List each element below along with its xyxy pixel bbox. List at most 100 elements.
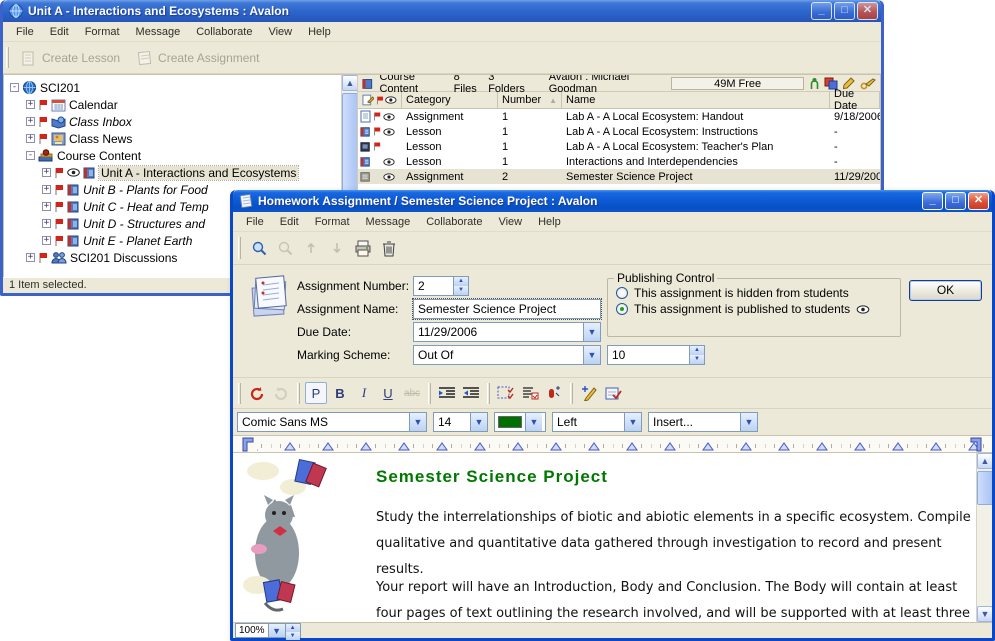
rich-text-editor[interactable]: Semester Science Project Study the inter… (233, 453, 992, 622)
expand-icon[interactable]: + (26, 117, 35, 126)
table-row[interactable]: Assignment 1 Lab A - A Local Ecosystem: … (358, 109, 880, 124)
marking-scheme-select[interactable]: Out Of ▼ (413, 345, 601, 365)
menu-edit[interactable]: Edit (43, 24, 76, 40)
expand-icon[interactable]: + (26, 253, 35, 262)
expand-icon[interactable]: + (42, 236, 51, 245)
minimize-button[interactable]: _ (922, 192, 943, 210)
font-family-select[interactable]: Comic Sans MS ▼ (237, 412, 427, 432)
toolbar-grip[interactable] (6, 47, 9, 69)
outdent-icon[interactable] (460, 382, 482, 404)
expand-icon[interactable]: + (42, 219, 51, 228)
expand-icon[interactable]: + (42, 185, 51, 194)
person-icon[interactable] (810, 77, 819, 90)
insert-select[interactable]: Insert... ▼ (648, 412, 758, 432)
menu-help[interactable]: Help (531, 214, 568, 230)
chevron-down-icon[interactable]: ▼ (409, 413, 426, 431)
due-date-select[interactable]: 11/29/2006 ▼ (413, 322, 601, 342)
menu-collaborate[interactable]: Collaborate (419, 214, 489, 230)
published-radio-option[interactable]: This assignment is published to students (608, 301, 900, 317)
menu-format[interactable]: Format (308, 214, 357, 230)
tree-item-class-news[interactable]: + Class News (6, 130, 357, 147)
column-category[interactable]: Category (402, 92, 498, 108)
expand-icon[interactable]: + (42, 202, 51, 211)
stepper-arrows-icon[interactable]: ▲▼ (453, 277, 468, 295)
tree-item-class-inbox[interactable]: + Class Inbox (6, 113, 357, 130)
underline-button[interactable]: U (377, 382, 399, 404)
menu-message[interactable]: Message (359, 214, 418, 230)
table-row[interactable]: Lesson 1 Interactions and Interdependenc… (358, 154, 880, 169)
indent-icon[interactable] (436, 382, 458, 404)
assignment-number-stepper[interactable]: 2 ▲▼ (413, 276, 469, 296)
menu-file[interactable]: File (9, 24, 41, 40)
collapse-icon[interactable]: - (26, 151, 35, 160)
footnote-icon[interactable] (543, 382, 565, 404)
delete-icon[interactable] (378, 237, 400, 259)
assignment-name-input[interactable]: Semester Science Project (413, 299, 601, 319)
toolbar-grip[interactable] (238, 237, 241, 259)
ok-button[interactable]: OK (909, 280, 982, 301)
table-row[interactable]: Lesson 1 Lab A - A Local Ecosystem: Inst… (358, 124, 880, 139)
flag-column-icon[interactable] (376, 95, 384, 106)
menu-file[interactable]: File (239, 214, 271, 230)
menu-view[interactable]: View (491, 214, 529, 230)
scroll-up-icon[interactable]: ▲ (342, 75, 358, 91)
editor-scrollbar[interactable]: ▲ ▼ (976, 453, 992, 622)
assignment-title-bar[interactable]: Homework Assignment / Semester Science P… (233, 190, 992, 212)
maximize-button[interactable]: □ (945, 192, 966, 210)
zoom-control[interactable]: 100% ▼ ▲▼ (235, 623, 301, 638)
chevron-down-icon[interactable]: ▼ (470, 413, 487, 431)
list-check-icon[interactable] (519, 382, 541, 404)
chevron-down-icon[interactable]: ▼ (583, 323, 600, 341)
create-assignment-button[interactable]: Create Assignment (128, 45, 267, 71)
search-icon[interactable] (248, 237, 270, 259)
select-items-icon[interactable] (495, 382, 517, 404)
minimize-button[interactable]: _ (811, 2, 832, 20)
stepper-arrows-icon[interactable]: ▲▼ (285, 624, 300, 637)
chevron-down-icon[interactable]: ▼ (268, 624, 285, 637)
menu-edit[interactable]: Edit (273, 214, 306, 230)
close-button[interactable]: ✕ (857, 2, 878, 20)
marking-value-stepper[interactable]: 10 ▲▼ (607, 345, 705, 365)
scroll-thumb[interactable] (977, 471, 992, 505)
add-annotation-icon[interactable] (578, 382, 600, 404)
tree-item-sci201[interactable]: - SCI201 (6, 79, 357, 96)
scroll-down-icon[interactable]: ▼ (977, 606, 992, 622)
expand-icon[interactable]: + (26, 100, 35, 109)
create-lesson-button[interactable]: Create Lesson (12, 45, 128, 71)
maximize-button[interactable]: □ (834, 2, 855, 20)
tree-item-unit-a[interactable]: + Unit A - Interactions and Ecosystems (6, 164, 357, 181)
bold-button[interactable]: B (329, 382, 351, 404)
menu-collaborate[interactable]: Collaborate (189, 24, 259, 40)
chevron-down-icon[interactable]: ▼ (525, 413, 542, 431)
hidden-radio-option[interactable]: This assignment is hidden from students (608, 285, 900, 301)
menu-message[interactable]: Message (129, 24, 188, 40)
menu-help[interactable]: Help (301, 24, 338, 40)
expand-icon[interactable]: + (42, 168, 51, 177)
column-number[interactable]: Number▲ (498, 92, 562, 108)
alignment-select[interactable]: Left ▼ (552, 412, 642, 432)
spellcheck-icon[interactable] (602, 382, 624, 404)
column-name[interactable]: Name (562, 92, 830, 108)
paragraph-style-button[interactable]: P (305, 382, 327, 404)
scroll-up-icon[interactable]: ▲ (977, 453, 992, 469)
font-size-select[interactable]: 14 ▼ (433, 412, 488, 432)
menu-format[interactable]: Format (78, 24, 127, 40)
print-icon[interactable] (352, 237, 374, 259)
edit-column-icon[interactable] (362, 94, 374, 106)
chevron-down-icon[interactable]: ▼ (624, 413, 641, 431)
table-row-selected[interactable]: Assignment 2 Semester Science Project 11… (358, 169, 880, 184)
radio-off-icon[interactable] (616, 287, 628, 299)
stepper-arrows-icon[interactable]: ▲▼ (689, 346, 704, 364)
menu-view[interactable]: View (261, 24, 299, 40)
tree-item-calendar[interactable]: + Calendar (6, 96, 357, 113)
ruler[interactable] (233, 436, 992, 453)
font-color-select[interactable]: ▼ (494, 412, 546, 432)
column-due-date[interactable]: Due Date (830, 92, 880, 108)
eye-column-icon[interactable] (385, 96, 397, 104)
course-title-bar[interactable]: Unit A - Interactions and Ecosystems : A… (3, 0, 881, 22)
toolbar-grip[interactable] (238, 383, 241, 404)
collapse-icon[interactable]: - (10, 83, 19, 92)
chevron-down-icon[interactable]: ▼ (583, 346, 600, 364)
expand-icon[interactable]: + (26, 134, 35, 143)
chevron-down-icon[interactable]: ▼ (740, 413, 757, 431)
